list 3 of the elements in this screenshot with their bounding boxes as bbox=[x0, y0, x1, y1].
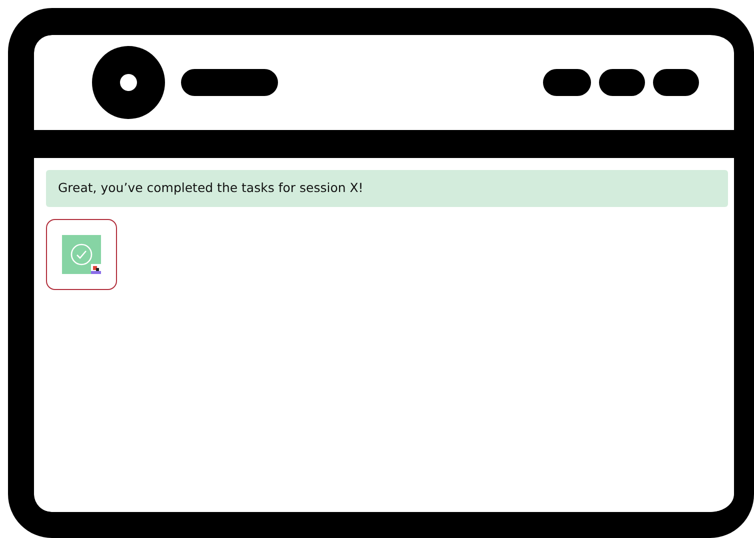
app-icon bbox=[91, 264, 101, 274]
success-alert: Great, you’ve completed the tasks for session X! bbox=[46, 170, 728, 207]
task-tile[interactable] bbox=[46, 218, 117, 290]
